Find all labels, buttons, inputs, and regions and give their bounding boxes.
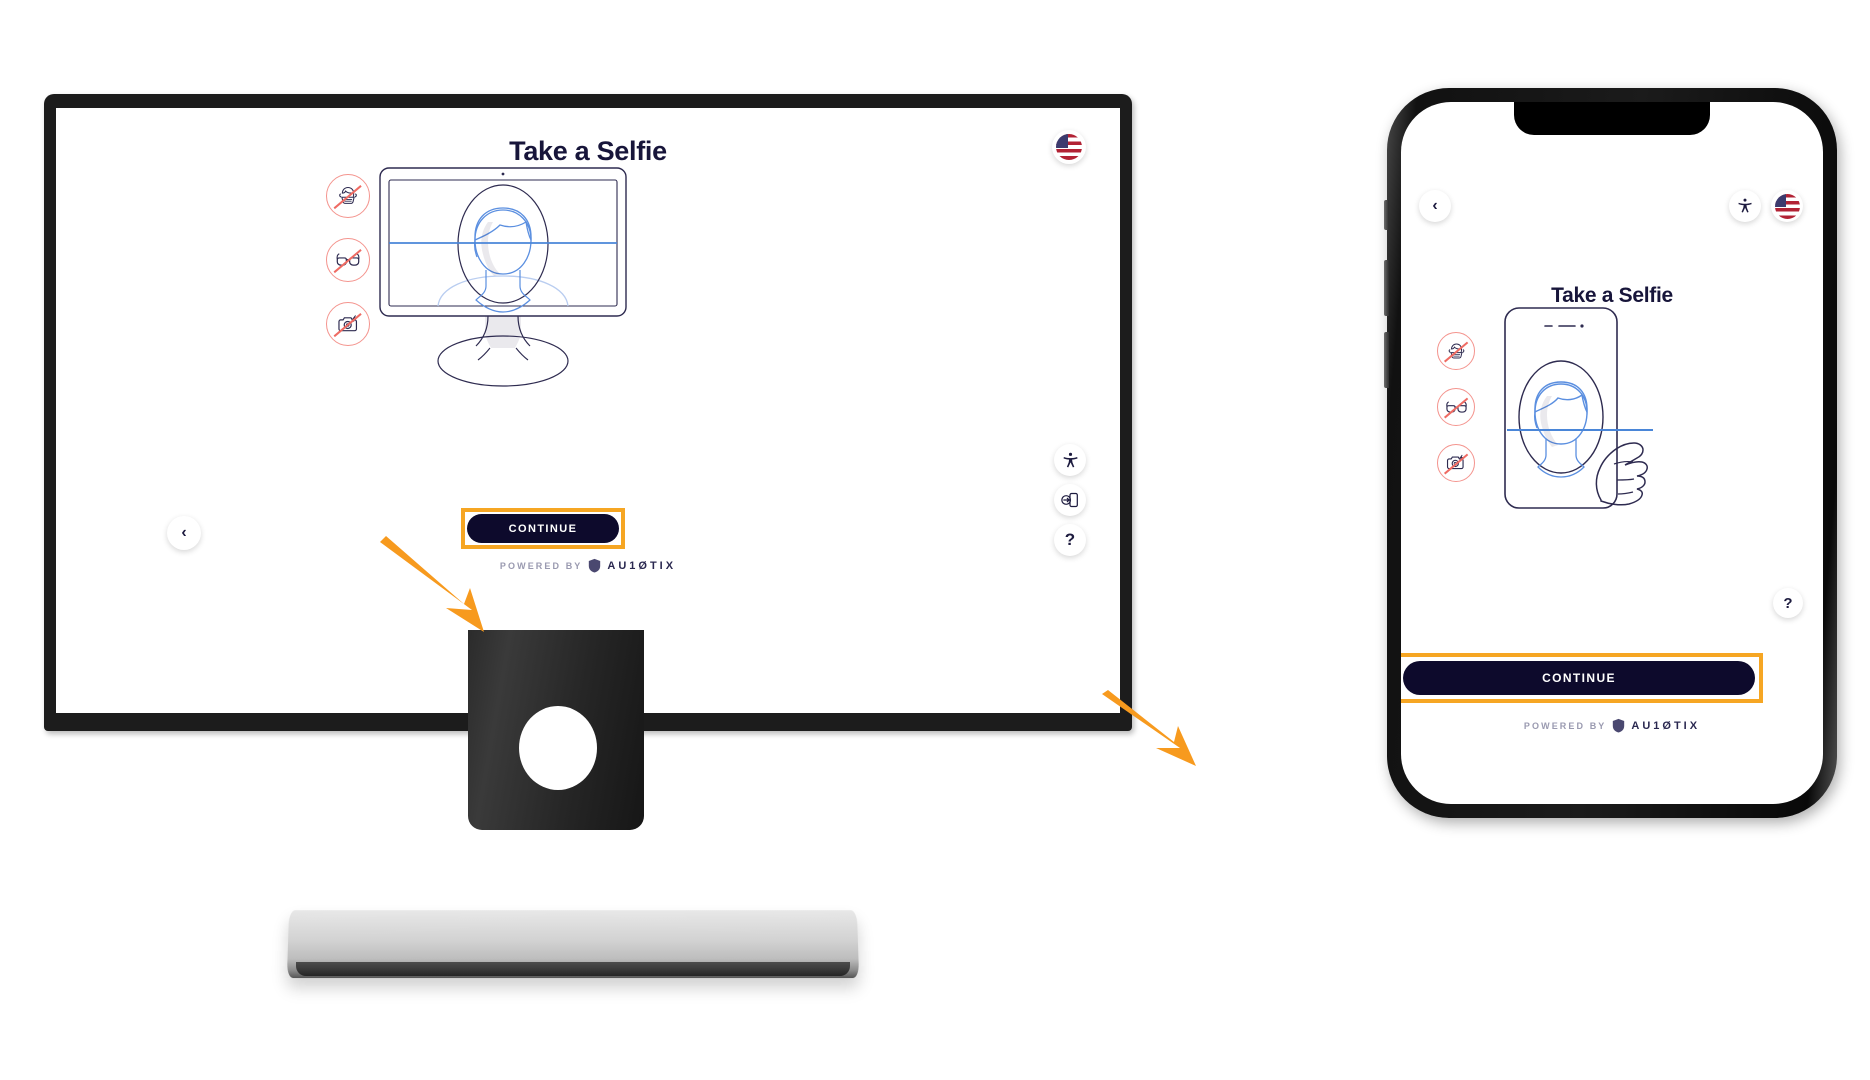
phone-restriction-no-face-mask (1437, 332, 1475, 370)
desktop-face-scan-illustration (379, 167, 627, 387)
switch-to-mobile-button[interactable] (1054, 484, 1086, 516)
question-mark-icon: ? (1064, 530, 1076, 549)
us-flag-icon (1774, 193, 1800, 219)
accessibility-icon (1738, 198, 1752, 213)
phone-notch (1514, 102, 1710, 135)
phone-restriction-no-glasses (1437, 388, 1475, 426)
phone-mute-switch (1384, 200, 1389, 230)
help-button[interactable]: ? (1054, 524, 1086, 556)
desktop-annotation-arrow (380, 536, 484, 632)
phone-back-button[interactable]: ‹ (1419, 190, 1451, 222)
autotix-shield-icon (1613, 718, 1625, 733)
powered-by-footer: POWERED BY AU1ØTIX (56, 558, 1120, 573)
desktop-app-screen: Take a Selfie ‹ ? CONTINUE POWERED BY AU… (56, 108, 1120, 713)
powered-by-label: POWERED BY (1523, 720, 1607, 731)
phone-continue-button[interactable]: CONTINUE (1403, 661, 1755, 695)
monitor-stand-cable-hole (519, 706, 597, 790)
phone-language-flag-button[interactable] (1771, 190, 1803, 222)
phone-annotation-arrow (1102, 690, 1196, 766)
question-mark-icon: ? (1783, 594, 1793, 612)
phone-mockup: ‹ Take a Selfie ? CONTINUE POWERED BY AU… (1384, 88, 1837, 818)
autotix-brand-label: AU1ØTIX (607, 559, 677, 572)
phone-volume-up-button (1384, 260, 1389, 316)
chevron-left-icon: ‹ (181, 524, 187, 541)
us-flag-icon (1056, 134, 1082, 160)
phone-powered-by-footer: POWERED BY AU1ØTIX (1401, 718, 1823, 733)
chevron-left-icon: ‹ (1432, 197, 1438, 214)
phone-app-screen: ‹ Take a Selfie ? CONTINUE POWERED BY AU… (1401, 102, 1823, 804)
accessibility-button[interactable] (1054, 444, 1086, 476)
restriction-no-glasses (326, 238, 370, 282)
autotix-brand-label: AU1ØTIX (1631, 719, 1701, 732)
screenshot-canvas: Take a Selfie ‹ ? CONTINUE POWERED BY AU… (0, 0, 1870, 1080)
accessibility-icon (1063, 452, 1078, 467)
back-button[interactable]: ‹ (167, 516, 201, 550)
autotix-shield-icon (589, 558, 601, 573)
phone-help-button[interactable]: ? (1773, 588, 1803, 618)
powered-by-label: POWERED BY (499, 560, 583, 571)
restriction-no-camera-flash (326, 302, 370, 346)
restriction-no-face-mask (326, 174, 370, 218)
phone-restriction-no-camera-flash (1437, 444, 1475, 482)
phone-face-scan-illustration (1504, 307, 1653, 509)
language-flag-button[interactable] (1052, 130, 1086, 164)
phone-volume-down-button (1384, 332, 1389, 388)
phone-accessibility-button[interactable] (1729, 190, 1761, 222)
phone-switch-icon (1061, 492, 1078, 508)
monitor-base-edge (296, 962, 850, 976)
